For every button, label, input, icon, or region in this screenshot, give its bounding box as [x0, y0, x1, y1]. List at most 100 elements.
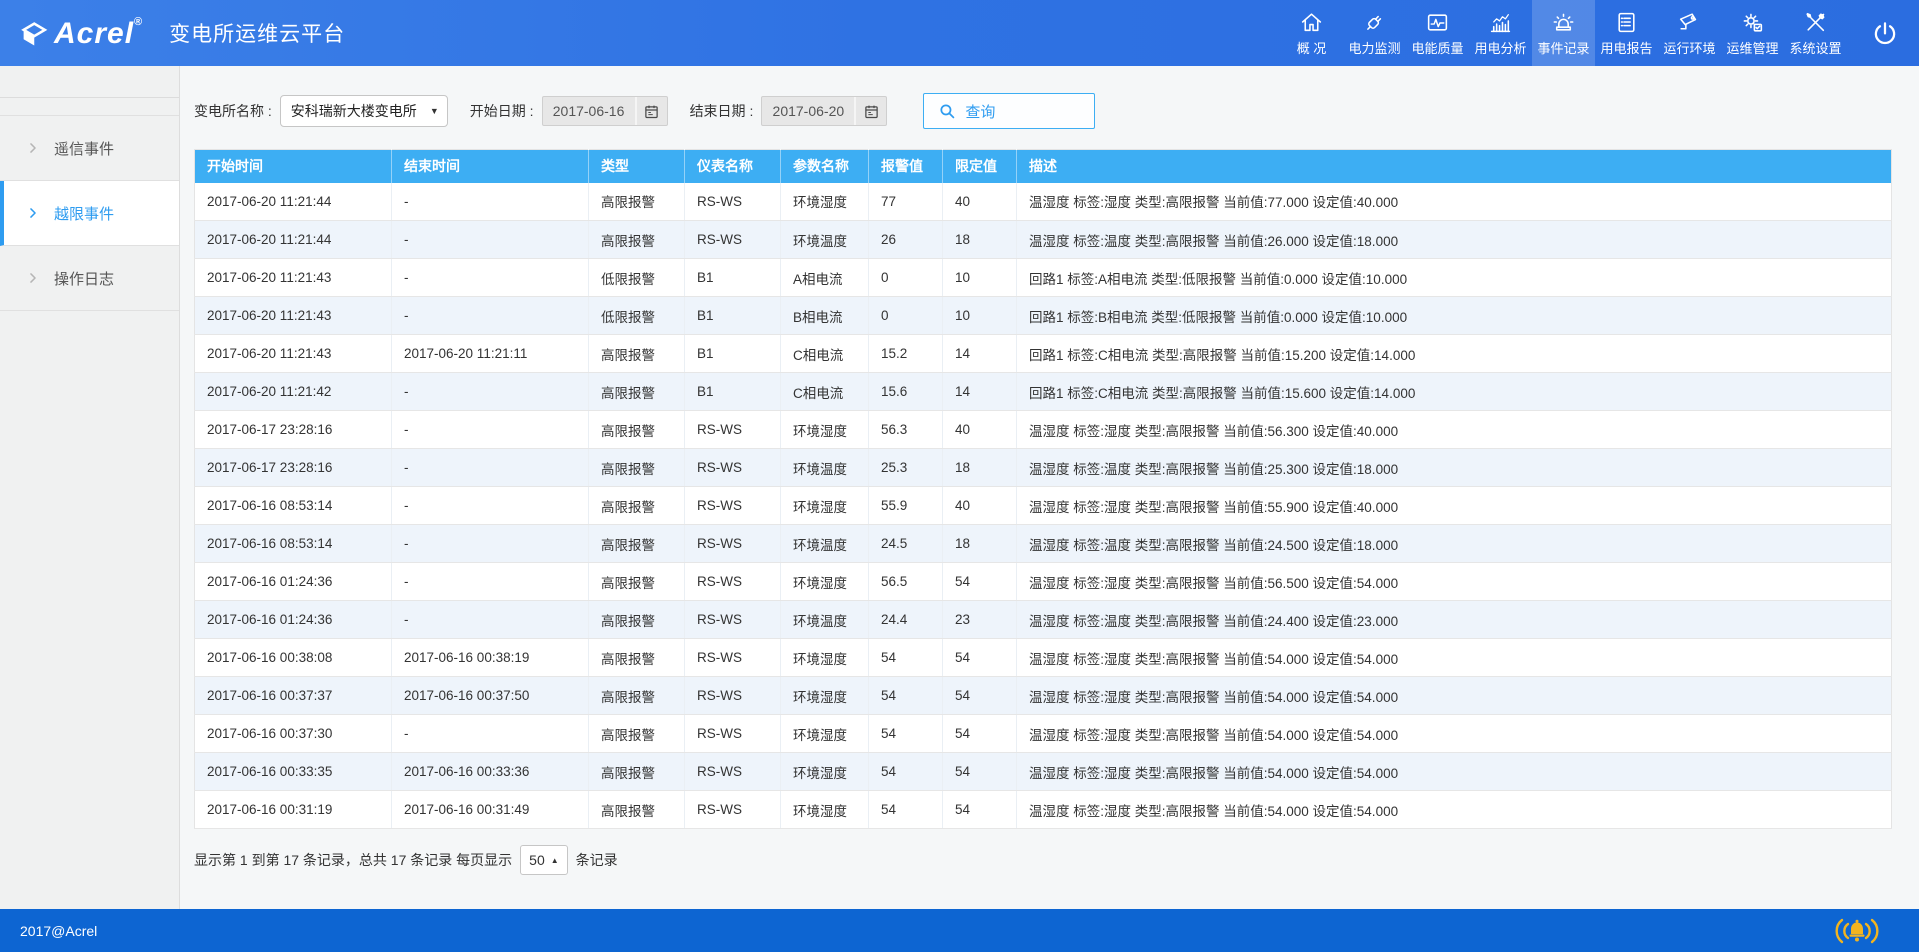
page-size-value: 50: [529, 852, 545, 868]
table-cell: 40: [943, 411, 1017, 449]
table-cell: C相电流: [781, 335, 869, 373]
table-cell: 回路1 标签:A相电流 类型:低限报警 当前值:0.000 设定值:10.000: [1017, 259, 1892, 297]
nav-item-environment[interactable]: 运行环境: [1658, 0, 1721, 66]
end-date-input[interactable]: 2017-06-20: [761, 96, 887, 126]
home-icon: [1299, 10, 1324, 35]
table-cell: 14: [943, 335, 1017, 373]
table-cell: 高限报警: [589, 525, 685, 563]
table-cell: RS-WS: [685, 639, 781, 677]
search-button-label: 查询: [965, 101, 995, 122]
table-cell: 2017-06-20 11:21:42: [195, 373, 392, 411]
table-cell: 环境湿度: [781, 639, 869, 677]
table-cell: 2017-06-16 00:33:35: [195, 753, 392, 791]
nav-item-power-monitoring[interactable]: 电力监测: [1343, 0, 1406, 66]
table-row: 2017-06-20 11:21:43-低限报警B1A相电流010回路1 标签:…: [195, 259, 1892, 297]
alarm-bell-icon[interactable]: [1833, 916, 1881, 946]
table-cell: 温湿度 标签:湿度 类型:高限报警 当前值:54.000 设定值:54.000: [1017, 753, 1892, 791]
table-cell: -: [392, 563, 589, 601]
table-row: 2017-06-16 08:53:14-高限报警RS-WS环境湿度55.940温…: [195, 487, 1892, 525]
sidebar-item-limit-exceed-events[interactable]: 越限事件: [0, 181, 179, 246]
table-cell: 10: [943, 259, 1017, 297]
table-cell: 高限报警: [589, 487, 685, 525]
table-cell: 18: [943, 449, 1017, 487]
table-cell: 回路1 标签:B相电流 类型:低限报警 当前值:0.000 设定值:10.000: [1017, 297, 1892, 335]
camera-icon: [1677, 10, 1702, 35]
table-cell: 54: [943, 715, 1017, 753]
nav-item-event-records[interactable]: 事件记录: [1532, 0, 1595, 66]
table-cell: B1: [685, 259, 781, 297]
nav-item-label: 电力监测: [1348, 38, 1400, 57]
table-cell: 高限报警: [589, 715, 685, 753]
table-cell: 高限报警: [589, 677, 685, 715]
table-cell: -: [392, 411, 589, 449]
station-select-value: 安科瑞新大楼变电所: [291, 101, 417, 121]
table-cell: 40: [943, 183, 1017, 221]
column-header: 仪表名称: [685, 150, 781, 183]
nav-item-system-settings[interactable]: 系统设置: [1784, 0, 1847, 66]
events-table-wrap: 开始时间结束时间类型仪表名称参数名称报警值限定值描述 2017-06-20 11…: [194, 149, 1891, 829]
table-row: 2017-06-20 11:21:44-高限报警RS-WS环境湿度7740温湿度…: [195, 183, 1892, 221]
nav-item-power-quality[interactable]: 电能质量: [1406, 0, 1469, 66]
station-select[interactable]: 安科瑞新大楼变电所 ▼: [280, 95, 448, 127]
station-label: 变电所名称 :: [194, 101, 272, 121]
table-cell: 高限报警: [589, 601, 685, 639]
chevron-right-icon: [26, 271, 40, 285]
nav-item-overview[interactable]: 概 况: [1280, 0, 1343, 66]
table-cell: 高限报警: [589, 449, 685, 487]
table-cell: 2017-06-20 11:21:43: [195, 297, 392, 335]
table-cell: 26: [869, 221, 943, 259]
page-size-select[interactable]: 50 ▲: [520, 845, 568, 875]
table-cell: 56.3: [869, 411, 943, 449]
copyright: 2017@Acrel: [20, 923, 97, 939]
alarm-icon: [1551, 10, 1576, 35]
table-row: 2017-06-20 11:21:44-高限报警RS-WS环境温度2618温湿度…: [195, 221, 1892, 259]
table-cell: 54: [943, 791, 1017, 829]
table-cell: 25.3: [869, 449, 943, 487]
brand: Acrel® 变电所运维云平台: [0, 16, 345, 51]
nav-item-energy-analysis[interactable]: 用电分析: [1469, 0, 1532, 66]
nav-item-om-management[interactable]: 运维管理: [1721, 0, 1784, 66]
table-cell: B1: [685, 297, 781, 335]
nav-item-energy-report[interactable]: 用电报告: [1595, 0, 1658, 66]
table-row: 2017-06-16 00:33:352017-06-16 00:33:36高限…: [195, 753, 1892, 791]
table-cell: -: [392, 525, 589, 563]
table-cell: 23: [943, 601, 1017, 639]
table-row: 2017-06-16 00:31:192017-06-16 00:31:49高限…: [195, 791, 1892, 829]
table-cell: 温湿度 标签:湿度 类型:高限报警 当前值:56.300 设定值:40.000: [1017, 411, 1892, 449]
sidebar-item-label: 遥信事件: [54, 138, 114, 159]
calendar-icon[interactable]: [635, 97, 667, 125]
table-cell: 温湿度 标签:湿度 类型:高限报警 当前值:56.500 设定值:54.000: [1017, 563, 1892, 601]
sidebar-item-remote-signal-events[interactable]: 遥信事件: [0, 116, 179, 181]
table-cell: 高限报警: [589, 639, 685, 677]
table-cell: -: [392, 297, 589, 335]
table-cell: 2017-06-16 00:31:49: [392, 791, 589, 829]
table-cell: 2017-06-16 08:53:14: [195, 487, 392, 525]
table-cell: 40: [943, 487, 1017, 525]
table-row: 2017-06-16 00:38:082017-06-16 00:38:19高限…: [195, 639, 1892, 677]
start-date-input[interactable]: 2017-06-16: [542, 96, 668, 126]
table-cell: 2017-06-16 00:38:19: [392, 639, 589, 677]
table-row: 2017-06-20 11:21:42-高限报警B1C相电流15.614回路1 …: [195, 373, 1892, 411]
end-date-label: 结束日期 :: [690, 101, 754, 121]
pagination-suffix: 条记录: [576, 850, 618, 870]
table-cell: 环境湿度: [781, 563, 869, 601]
table-cell: RS-WS: [685, 525, 781, 563]
chevron-up-icon: ▲: [551, 856, 559, 865]
table-cell: 54: [943, 753, 1017, 791]
table-cell: 温湿度 标签:温度 类型:高限报警 当前值:26.000 设定值:18.000: [1017, 221, 1892, 259]
page-title: 变电所运维云平台: [169, 18, 345, 48]
search-button[interactable]: 查询: [923, 93, 1095, 129]
table-row: 2017-06-17 23:28:16-高限报警RS-WS环境湿度56.340温…: [195, 411, 1892, 449]
sidebar-item-operation-logs[interactable]: 操作日志: [0, 246, 179, 311]
table-cell: RS-WS: [685, 601, 781, 639]
table-header-row: 开始时间结束时间类型仪表名称参数名称报警值限定值描述: [195, 150, 1892, 183]
table-cell: 24.4: [869, 601, 943, 639]
calendar-icon[interactable]: [854, 97, 886, 125]
table-cell: C相电流: [781, 373, 869, 411]
nav-item-label: 运行环境: [1663, 38, 1715, 57]
sidebar: 遥信事件越限事件操作日志: [0, 66, 180, 909]
table-cell: RS-WS: [685, 791, 781, 829]
power-icon[interactable]: [1865, 14, 1905, 54]
table-cell: 环境温度: [781, 601, 869, 639]
table-cell: -: [392, 715, 589, 753]
